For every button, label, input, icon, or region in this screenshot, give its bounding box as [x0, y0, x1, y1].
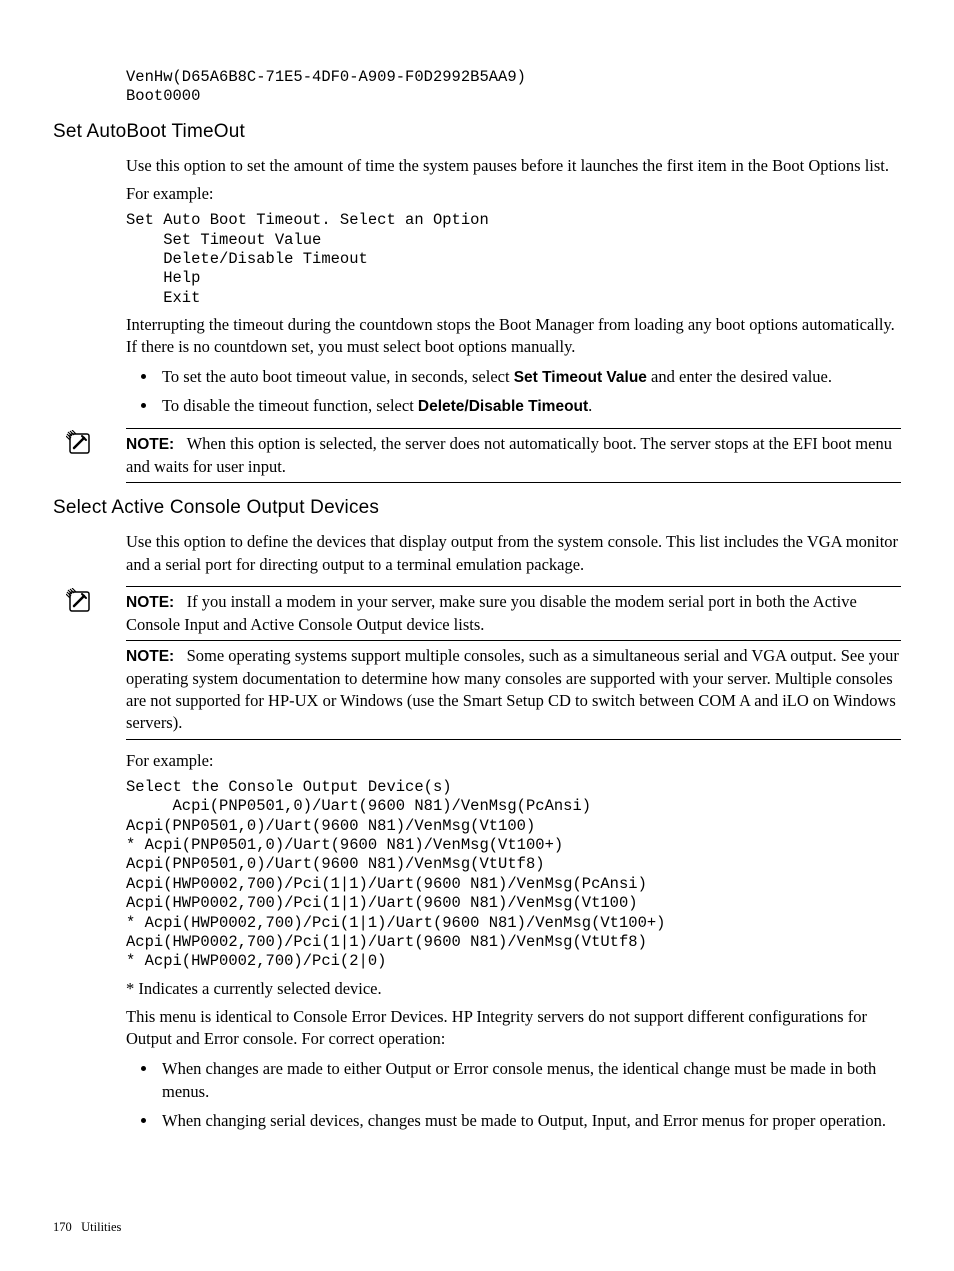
- note-body: If you install a modem in your server, m…: [126, 592, 857, 634]
- note-separator: [126, 640, 901, 641]
- note-block: NOTE: If you install a modem in your ser…: [53, 586, 901, 740]
- note-separator: [126, 428, 901, 429]
- chapter-name: Utilities: [81, 1220, 121, 1234]
- note-block: NOTE: When this option is selected, the …: [53, 428, 901, 483]
- paragraph: Interrupting the timeout during the coun…: [126, 314, 901, 359]
- content-area: VenHw(D65A6B8C-71E5-4DF0-A909-F0D2992B5A…: [126, 68, 901, 1132]
- note-label: NOTE:: [126, 436, 174, 453]
- note-body: Some operating systems support multiple …: [126, 646, 899, 732]
- paragraph: Use this option to set the amount of tim…: [126, 155, 901, 177]
- bold-term: Delete/Disable Timeout: [418, 398, 588, 415]
- list-item: When changes are made to either Output o…: [158, 1057, 901, 1103]
- code-intro: VenHw(D65A6B8C-71E5-4DF0-A909-F0D2992B5A…: [126, 68, 901, 107]
- bold-term: Set Timeout Value: [514, 369, 647, 386]
- for-example-label: For example:: [126, 750, 901, 772]
- list-text-pre: To set the auto boot timeout value, in s…: [162, 367, 514, 386]
- note-separator: [126, 739, 901, 740]
- code-console-output: Select the Console Output Device(s) Acpi…: [126, 778, 901, 972]
- paragraph: This menu is identical to Console Error …: [126, 1006, 901, 1051]
- note-label: NOTE:: [126, 594, 174, 611]
- list-item: To disable the timeout function, select …: [158, 394, 901, 418]
- heading-autoboot: Set AutoBoot TimeOut: [53, 121, 901, 143]
- list-text-post: and enter the desired value.: [647, 367, 832, 386]
- note-paragraph: NOTE: If you install a modem in your ser…: [126, 591, 901, 636]
- page-footer: 170 Utilities: [53, 1220, 121, 1235]
- paragraph: * Indicates a currently selected device.: [126, 978, 901, 1000]
- note-label: NOTE:: [126, 648, 174, 665]
- note-icon: [66, 430, 94, 458]
- list-text-pre: To disable the timeout function, select: [162, 396, 418, 415]
- page-number: 170: [53, 1220, 72, 1234]
- bullet-list: When changes are made to either Output o…: [126, 1057, 901, 1132]
- note-separator: [126, 482, 901, 483]
- note-icon: [66, 588, 94, 616]
- note-body: When this option is selected, the server…: [126, 434, 892, 476]
- heading-console-output: Select Active Console Output Devices: [53, 497, 901, 519]
- code-autoboot: Set Auto Boot Timeout. Select an Option …: [126, 211, 901, 308]
- note-paragraph: NOTE: When this option is selected, the …: [126, 433, 901, 478]
- bullet-list: To set the auto boot timeout value, in s…: [126, 365, 901, 418]
- for-example-label: For example:: [126, 183, 901, 205]
- note-paragraph: NOTE: Some operating systems support mul…: [126, 645, 901, 735]
- list-item: To set the auto boot timeout value, in s…: [158, 365, 901, 389]
- list-item: When changing serial devices, changes mu…: [158, 1109, 901, 1132]
- note-separator: [126, 586, 901, 587]
- paragraph: Use this option to define the devices th…: [126, 531, 901, 576]
- list-text-post: .: [588, 396, 592, 415]
